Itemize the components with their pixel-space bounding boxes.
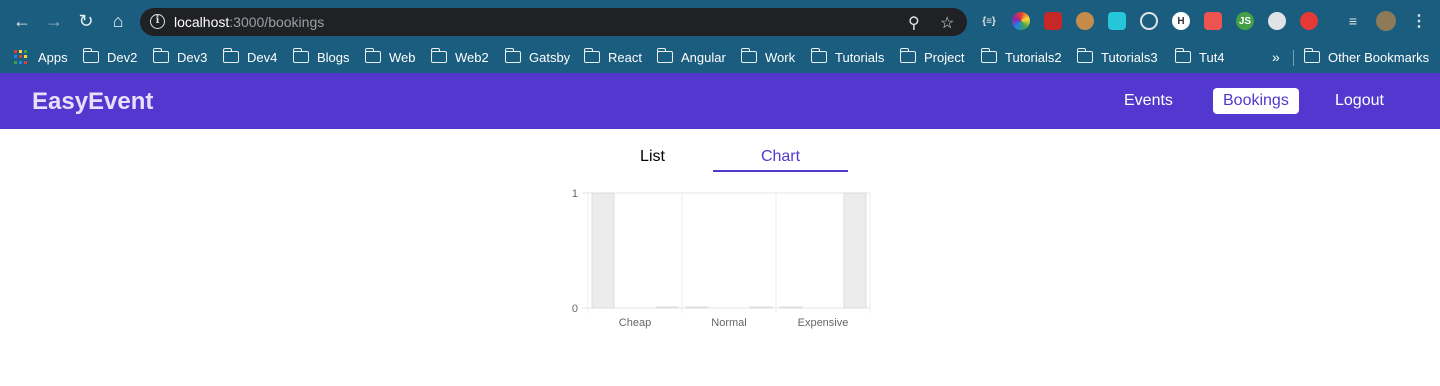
address-bar[interactable]: i localhost:3000/bookings ⚲ ☆: [140, 8, 967, 36]
bookmark-folder[interactable]: Dev2: [82, 48, 137, 66]
chart-x-tick-label: Cheap: [619, 317, 651, 329]
folder-icon: [152, 48, 169, 63]
key-icon[interactable]: ⚲: [908, 13, 920, 33]
chart-x-tick-label: Expensive: [798, 317, 849, 329]
extension-moon-icon[interactable]: [1268, 12, 1286, 30]
chart-bar: [843, 192, 867, 309]
bookmark-folder[interactable]: Dev4: [222, 48, 277, 66]
folder-icon: [740, 48, 757, 63]
bookmark-folder[interactable]: Tutorials2: [980, 48, 1062, 66]
chart-bar: [655, 306, 679, 309]
chart-y-tick-label: 1: [572, 188, 578, 200]
nav-link-bookings[interactable]: Bookings: [1213, 88, 1299, 114]
extension-cookie-icon[interactable]: [1076, 12, 1094, 30]
extension-record-icon[interactable]: [1204, 12, 1222, 30]
bookmark-folder[interactable]: Project: [899, 48, 964, 66]
chart-bar: [591, 192, 615, 309]
extension-json-icon[interactable]: {≡}: [980, 12, 998, 30]
extension-h-icon[interactable]: H: [1172, 12, 1190, 30]
browser-chrome: ← → ↻ ⌂ i localhost:3000/bookings ⚲ ☆ {≡…: [0, 0, 1440, 73]
bookmarks-separator: [1293, 50, 1294, 66]
extension-target-icon[interactable]: [1140, 12, 1158, 30]
folder-icon: [1303, 48, 1320, 63]
folder-icon: [292, 48, 309, 63]
bookmark-other-bookmarks[interactable]: Other Bookmarks: [1303, 48, 1429, 66]
avatar[interactable]: [1376, 11, 1396, 31]
chart-svg: 0 1 Cheap Normal Expensive: [572, 188, 871, 329]
bookmark-folder[interactable]: Web2: [430, 48, 489, 66]
folder-icon: [810, 48, 827, 63]
folder-icon: [82, 48, 99, 63]
bookmark-star-icon[interactable]: ☆: [940, 13, 954, 33]
bookmark-folder[interactable]: Blogs: [292, 48, 350, 66]
bookmark-folder[interactable]: Work: [740, 48, 795, 66]
bookmark-folder[interactable]: Gatsby: [504, 48, 570, 66]
folder-icon: [656, 48, 673, 63]
extension-hand-icon[interactable]: [1300, 12, 1318, 30]
app-navbar: EasyEvent Events Bookings Logout: [0, 73, 1440, 129]
folder-icon: [980, 48, 997, 63]
forward-arrow-icon[interactable]: →: [44, 11, 64, 31]
bookmark-folder[interactable]: Angular: [656, 48, 726, 66]
folder-icon: [1076, 48, 1093, 63]
folder-icon: [1174, 48, 1191, 63]
extension-node-icon[interactable]: JS: [1236, 12, 1254, 30]
menu-kebab-icon[interactable]: ⋮: [1410, 12, 1428, 30]
bookmark-apps[interactable]: Apps: [14, 48, 68, 66]
chart-x-tick-label: Normal: [711, 317, 746, 329]
folder-icon: [899, 48, 916, 63]
bookmark-folder[interactable]: Tut4: [1174, 48, 1225, 66]
bookmark-folder[interactable]: Dev3: [152, 48, 207, 66]
extension-color-icon[interactable]: [1012, 12, 1030, 30]
app-logo[interactable]: EasyEvent: [32, 88, 153, 116]
folder-icon: [364, 48, 381, 63]
chart-y-tick-label: 0: [572, 303, 578, 315]
bookings-bar-chart: 0 1 Cheap Normal Expensive: [560, 180, 880, 340]
home-icon[interactable]: ⌂: [108, 11, 128, 31]
folder-icon: [583, 48, 600, 63]
folder-icon: [430, 48, 447, 63]
tab-chart[interactable]: Chart: [713, 148, 848, 172]
tab-list[interactable]: List: [600, 148, 705, 172]
nav-link-events[interactable]: Events: [1114, 88, 1183, 114]
chart-bar: [749, 306, 773, 309]
bookmark-folder[interactable]: React: [583, 48, 642, 66]
chart-bar: [779, 306, 803, 309]
bookmark-folder[interactable]: Tutorials3: [1076, 48, 1158, 66]
reload-icon[interactable]: ↻: [76, 11, 96, 31]
folder-icon: [222, 48, 239, 63]
url-text[interactable]: localhost:3000/bookings: [174, 14, 324, 30]
extension-red-icon[interactable]: [1044, 12, 1062, 30]
browser-toolbar: ← → ↻ ⌂ i localhost:3000/bookings ⚲ ☆ {≡…: [0, 0, 1440, 42]
extension-eyedropper-icon[interactable]: [1108, 12, 1126, 30]
view-tabs: List Chart: [0, 140, 1440, 174]
bookmark-folder[interactable]: Web: [364, 48, 416, 66]
bookmarks-overflow-button[interactable]: »: [1272, 48, 1280, 66]
nav-link-logout[interactable]: Logout: [1325, 88, 1394, 114]
back-arrow-icon[interactable]: ←: [12, 11, 32, 31]
chart-bar: [685, 306, 709, 309]
site-info-icon[interactable]: i: [150, 14, 165, 29]
folder-icon: [504, 48, 521, 63]
bookmark-folder[interactable]: Tutorials: [810, 48, 884, 66]
bookmarks-bar: Apps Dev2 Dev3 Dev4 Blogs Web Web2 Gatsb…: [0, 42, 1440, 73]
apps-grid-icon: [14, 50, 28, 64]
reading-list-icon[interactable]: ≡: [1344, 12, 1362, 30]
